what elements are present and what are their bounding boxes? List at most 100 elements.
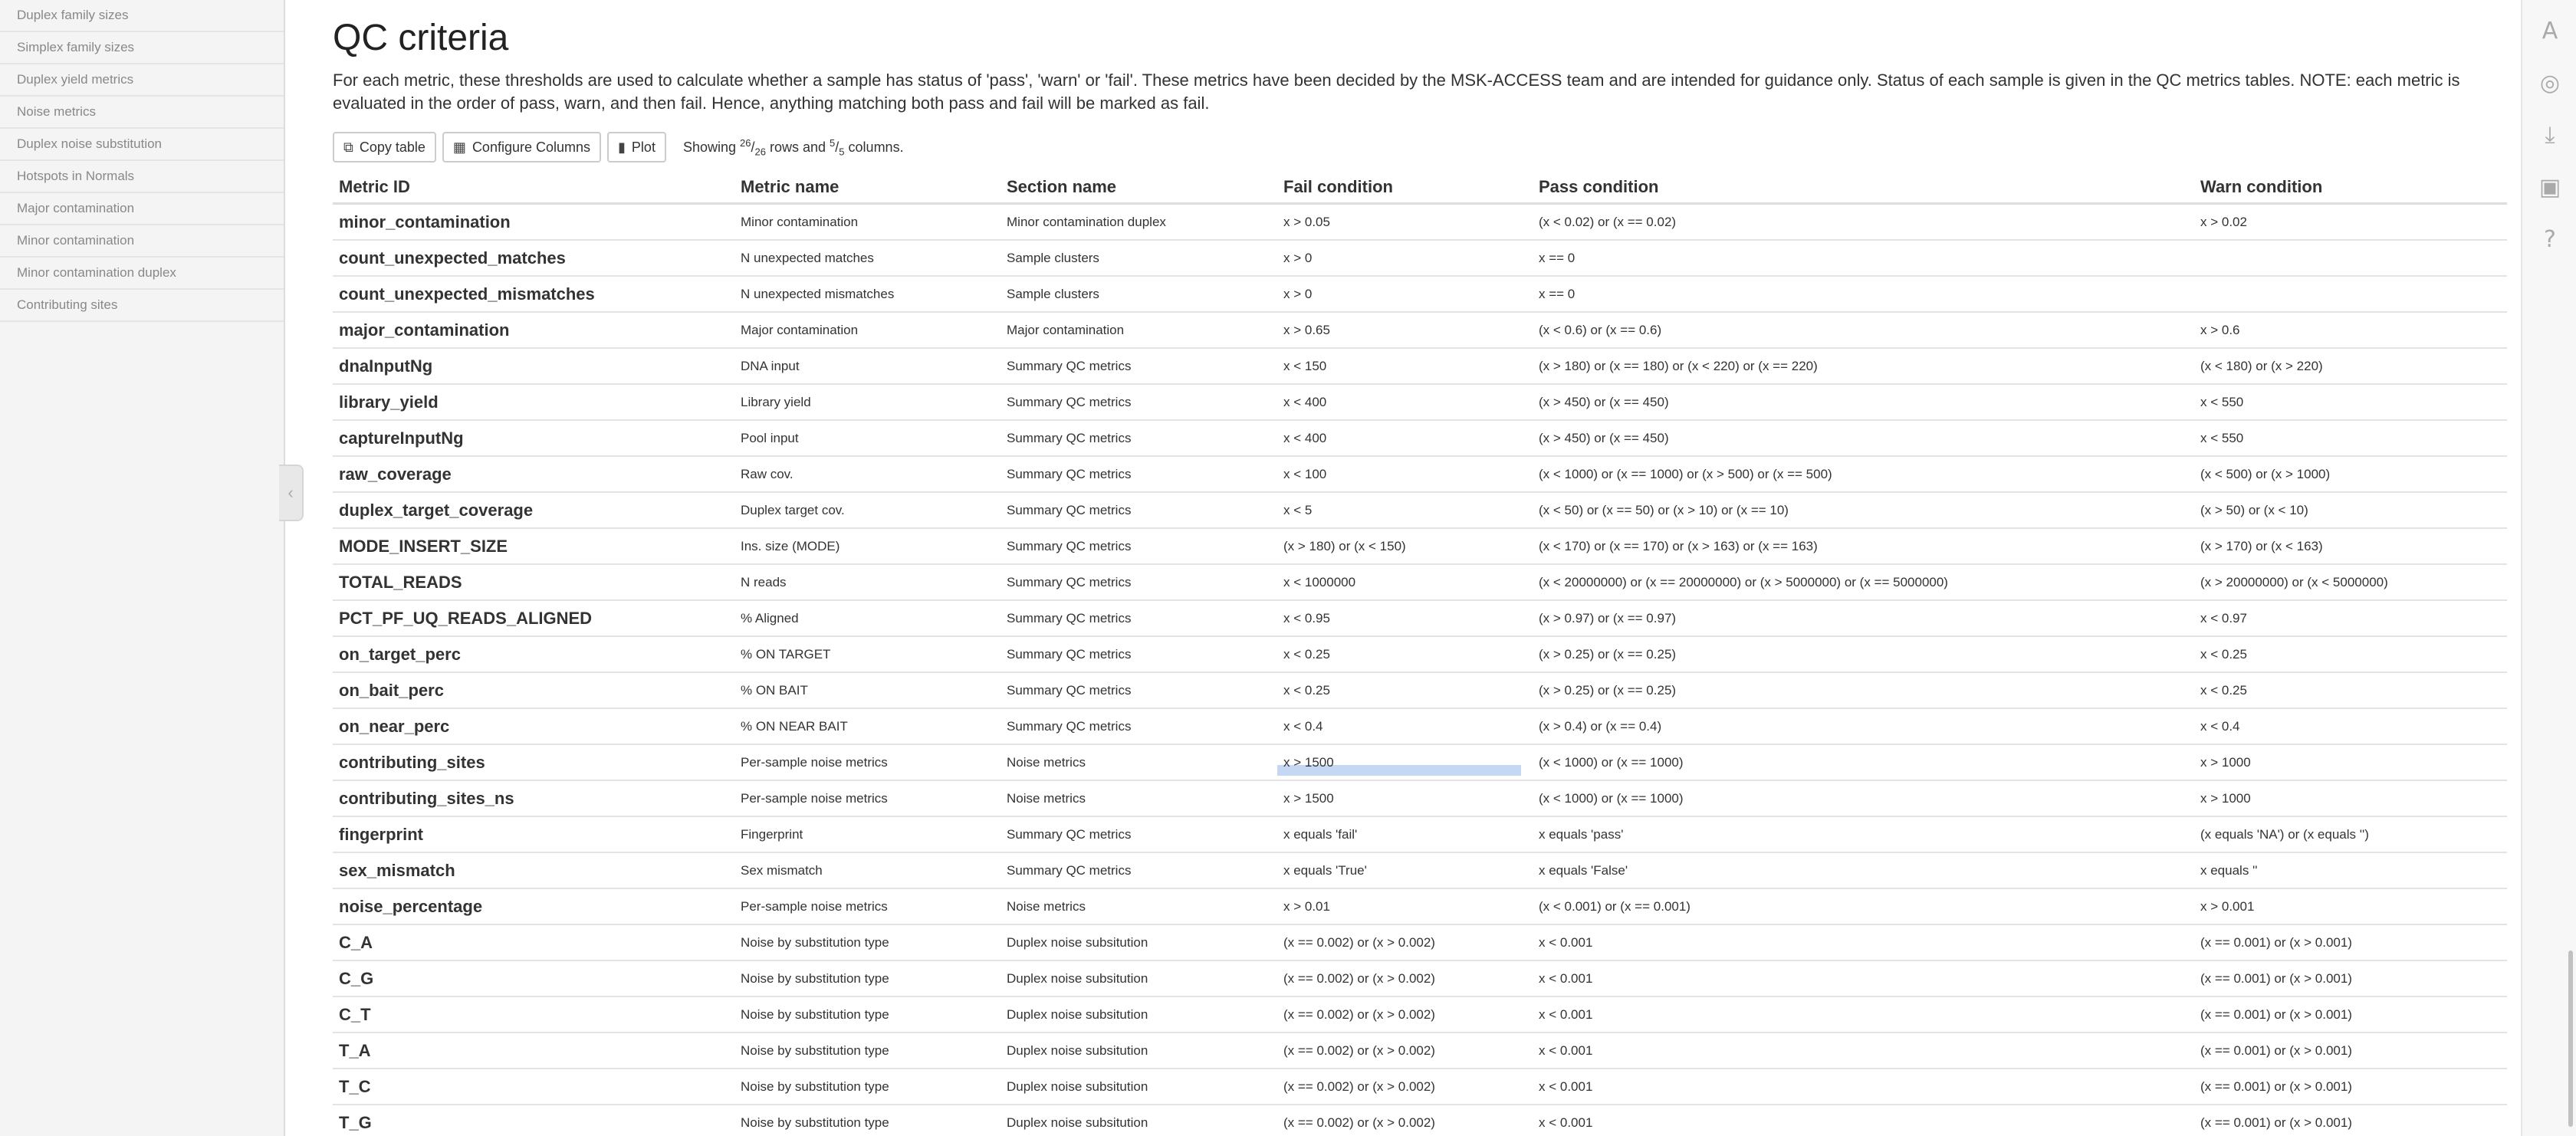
table-cell: (x > 450) or (x == 450): [1533, 419, 2194, 456]
column-header[interactable]: Metric name: [734, 169, 1001, 205]
table-cell: (x < 180) or (x > 220): [2194, 347, 2507, 384]
eye-tool-button[interactable]: ◎: [2530, 63, 2570, 103]
plot-button[interactable]: ▮ Plot: [607, 132, 666, 163]
sidebar-item-noise-metrics[interactable]: Noise metrics: [0, 97, 284, 129]
table-cell: C_T: [333, 996, 734, 1033]
table-cell: Summary QC metrics: [1001, 347, 1277, 384]
table-cell: x < 0.25: [2194, 671, 2507, 708]
column-header[interactable]: Pass condition: [1533, 169, 2194, 205]
table-cell: Pool input: [734, 419, 1001, 456]
table-cell: N reads: [734, 563, 1001, 600]
save-icon: ▣: [2538, 173, 2561, 201]
table-row: T_A Noise by substitution type Duplex nois…: [333, 1032, 2507, 1069]
sidebar-item-hotspots-in-normals[interactable]: Hotspots in Normals: [0, 161, 284, 193]
sidebar-item-duplex-family-sizes[interactable]: Duplex family sizes: [0, 0, 284, 32]
table-row: count_unexpected_matches N unexpected mat…: [333, 239, 2507, 276]
sidebar-item-major-contamination[interactable]: Major contamination: [0, 193, 284, 225]
table-cell: Duplex noise subsitution: [1001, 1104, 1277, 1136]
column-header[interactable]: Fail condition: [1277, 169, 1533, 205]
page-title: QC criteria: [333, 18, 509, 58]
table-cell: x < 150: [1277, 347, 1533, 384]
table-cell: (x < 50) or (x == 50) or (x > 10) or (x …: [1533, 491, 2194, 528]
table-cell: fingerprint: [333, 816, 734, 852]
table-cell: minor_contamination: [333, 202, 734, 240]
column-header[interactable]: Metric ID: [333, 169, 734, 205]
column-header[interactable]: Section name: [1001, 169, 1277, 205]
sidebar-collapse-button[interactable]: ‹: [279, 465, 304, 521]
table-cell: x > 0.6: [2194, 311, 2507, 348]
main-content: QC criteria For each metric, these thres…: [333, 0, 2510, 1136]
table-cell: (x > 50) or (x < 10): [2194, 491, 2507, 528]
table-cell: Minor contamination: [734, 202, 1001, 240]
table-cell: x == 0: [1533, 275, 2194, 312]
table-cell: x < 0.25: [2194, 635, 2507, 672]
table-cell: (x == 0.002) or (x > 0.002): [1277, 1032, 1533, 1069]
table-cell: % ON TARGET: [734, 635, 1001, 672]
table-cell: (x == 0.001) or (x > 0.001): [2194, 924, 2507, 960]
copy-table-button[interactable]: ⧉ Copy table: [333, 132, 436, 163]
table-cell: (x < 0.6) or (x == 0.6): [1533, 311, 2194, 348]
scrollbar-thumb[interactable]: [2568, 950, 2573, 1127]
table-cell: raw_coverage: [333, 455, 734, 492]
table-cell: T_A: [333, 1032, 734, 1069]
save-tool-button[interactable]: ▣: [2530, 167, 2570, 207]
table-cell: Raw cov.: [734, 455, 1001, 492]
sidebar-item-minor-contamination[interactable]: Minor contamination: [0, 225, 284, 258]
table-cell: (x == 0.002) or (x > 0.002): [1277, 1104, 1533, 1136]
table-cell: (x equals 'NA') or (x equals ''): [2194, 816, 2507, 852]
sidebar-item-minor-contamination-duplex[interactable]: Minor contamination duplex: [0, 258, 284, 290]
table-cell: T_G: [333, 1104, 734, 1136]
table-cell: Duplex noise subsitution: [1001, 1068, 1277, 1105]
table-cell: Noise metrics: [1001, 780, 1277, 816]
table-cell: Summary QC metrics: [1001, 816, 1277, 852]
table-cell: Per-sample noise metrics: [734, 780, 1001, 816]
table-row: on_target_perc% ON TARGET Summary QC metr…: [333, 635, 2507, 672]
table-cell: x < 0.97: [2194, 599, 2507, 636]
table-row: captureInputNg Pool input Summary QC metri…: [333, 419, 2507, 456]
table-cell: x < 0.25: [1277, 671, 1533, 708]
sidebar-item-contributing-sites[interactable]: Contributing sites: [0, 290, 284, 322]
table-cell: Summary QC metrics: [1001, 527, 1277, 564]
copy-icon: ⧉: [343, 139, 353, 155]
table-cell: x equals 'True': [1277, 852, 1533, 888]
table-cell: x < 550: [2194, 419, 2507, 456]
table-cell: dnaInputNg: [333, 347, 734, 384]
column-header[interactable]: Warn condition: [2194, 169, 2507, 205]
font-icon: A: [2542, 17, 2558, 44]
table-cell: x equals 'fail': [1277, 816, 1533, 852]
help-icon: ?: [2544, 225, 2556, 253]
table-cell: (x > 20000000) or (x < 5000000): [2194, 563, 2507, 600]
table-cell: Library yield: [734, 383, 1001, 420]
sidebar-item-duplex-noise-substitution[interactable]: Duplex noise substitution: [0, 129, 284, 161]
download-tool-button[interactable]: ⤓: [2530, 115, 2570, 155]
table-cell: (x == 0.001) or (x > 0.001): [2194, 960, 2507, 996]
table-cell: x < 0.4: [2194, 708, 2507, 744]
table-cell: Per-sample noise metrics: [734, 744, 1001, 780]
cell-text: x > 1500: [1283, 754, 1334, 770]
table-cell: Noise by substitution type: [734, 924, 1001, 960]
table-row: library_yield Library yield Summary QC met…: [333, 383, 2507, 420]
table-cell: Sample clusters: [1001, 275, 1277, 312]
table-cell: % Aligned: [734, 599, 1001, 636]
table-cell: x < 400: [1277, 383, 1533, 420]
help-tool-button[interactable]: ?: [2530, 219, 2570, 259]
table-cell: (x < 170) or (x == 170) or (x > 163) or …: [1533, 527, 2194, 564]
table-cell: TOTAL_READS: [333, 563, 734, 600]
configure-columns-button[interactable]: ▦ Configure Columns: [442, 132, 602, 163]
table-cell: N unexpected mismatches: [734, 275, 1001, 312]
table-row: T_C Noise by substitution type Duplex nois…: [333, 1068, 2507, 1105]
sidebar-item-simplex-family-sizes[interactable]: Simplex family sizes: [0, 32, 284, 64]
table-row: minor_contamination Minor contamination Mi…: [333, 202, 2507, 240]
table-row: fingerprint Fingerprint Summary QC metrics…: [333, 816, 2507, 852]
table-cell: captureInputNg: [333, 419, 734, 456]
table-cell: Summary QC metrics: [1001, 563, 1277, 600]
table-header-row: Metric ID Metric name Section name Fail con…: [333, 169, 2507, 205]
sidebar-item-duplex-yield-metrics[interactable]: Duplex yield metrics: [0, 64, 284, 97]
table-cell: N unexpected matches: [734, 239, 1001, 276]
showing-count: Showing 26/26 rows and 5/5 columns.: [682, 136, 904, 158]
table-cell: [2194, 239, 2507, 276]
font-tool-button[interactable]: A: [2530, 11, 2570, 51]
sidebar-nav: HSMetrics (Uncollapsed BAM)HSMetrics (Co…: [0, 0, 285, 1136]
table-cell: C_A: [333, 924, 734, 960]
table-cell: on_bait_perc: [333, 671, 734, 708]
